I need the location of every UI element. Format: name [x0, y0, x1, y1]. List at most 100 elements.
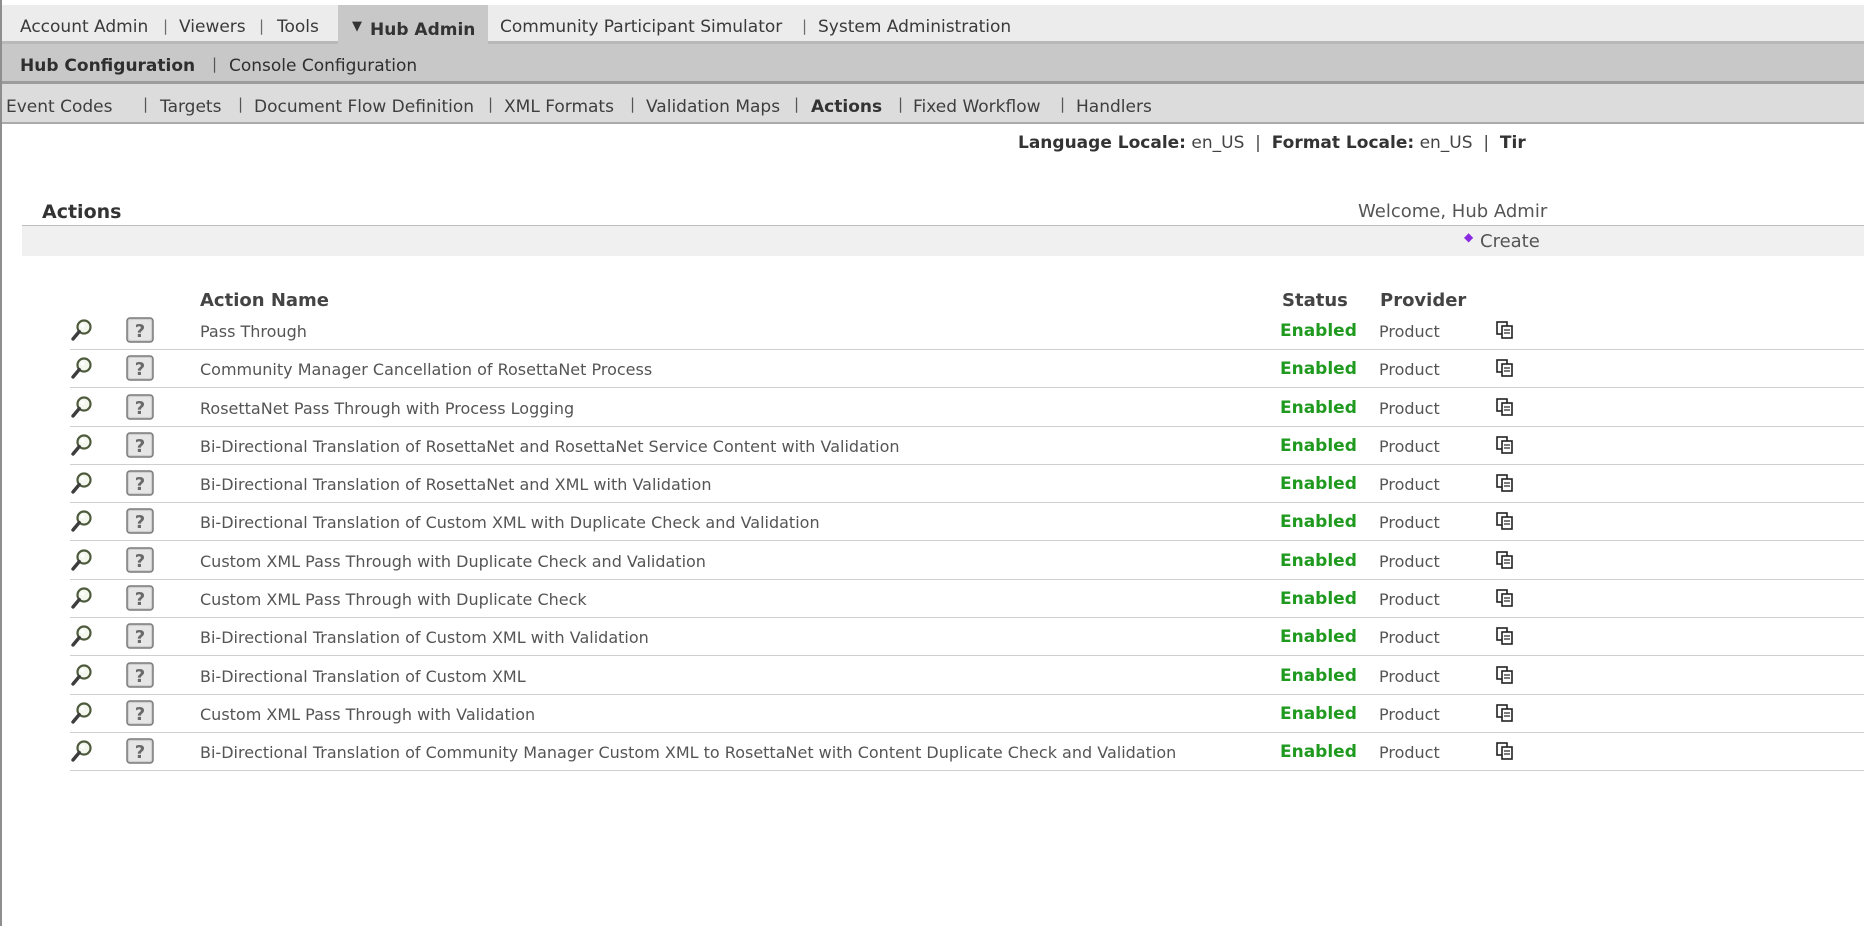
- magnifier-icon[interactable]: [70, 395, 94, 419]
- nav-console-configuration[interactable]: Console Configuration: [229, 56, 417, 76]
- help-icon[interactable]: ?: [126, 317, 154, 343]
- magnifier-icon[interactable]: [70, 318, 94, 342]
- magnifier-icon[interactable]: [70, 356, 94, 380]
- copy-icon[interactable]: [1496, 436, 1514, 454]
- provider-label: Product: [1379, 322, 1440, 341]
- copy-icon[interactable]: [1496, 589, 1514, 607]
- svg-text:?: ?: [135, 704, 145, 725]
- nav-system-administration[interactable]: System Administration: [818, 17, 1011, 37]
- svg-text:?: ?: [135, 742, 145, 763]
- magnifier-icon[interactable]: [70, 471, 94, 495]
- magnifier-icon[interactable]: [70, 433, 94, 457]
- action-name: Bi-Directional Translation of Custom XML…: [200, 628, 649, 647]
- nav-targets[interactable]: Targets: [160, 97, 221, 117]
- nav-separator: |: [212, 55, 218, 73]
- copy-icon[interactable]: [1496, 666, 1514, 684]
- page-left-border: [0, 0, 2, 926]
- help-icon[interactable]: ?: [126, 662, 154, 688]
- nav-viewers[interactable]: Viewers: [179, 17, 246, 37]
- copy-icon[interactable]: [1496, 551, 1514, 569]
- page-title: Actions: [42, 201, 122, 223]
- provider-label: Product: [1379, 590, 1440, 609]
- table-row: ? Bi-Directional Translation of RosettaNe…: [70, 427, 1864, 465]
- help-icon[interactable]: ?: [126, 585, 154, 611]
- copy-icon[interactable]: [1496, 474, 1514, 492]
- action-name: Custom XML Pass Through with Duplicate C…: [200, 552, 706, 571]
- svg-text:?: ?: [135, 436, 145, 457]
- copy-icon[interactable]: [1496, 704, 1514, 722]
- copy-icon[interactable]: [1496, 742, 1514, 760]
- action-name: RosettaNet Pass Through with Process Log…: [200, 399, 575, 418]
- magnifier-icon[interactable]: [70, 509, 94, 533]
- status-enabled: Enabled: [1280, 551, 1357, 571]
- status-enabled: Enabled: [1280, 398, 1357, 418]
- create-bar: ◆ Create: [22, 226, 1864, 256]
- action-name: Bi-Directional Translation of RosettaNet…: [200, 437, 900, 456]
- copy-icon[interactable]: [1496, 627, 1514, 645]
- nav-tools[interactable]: Tools: [277, 17, 319, 37]
- help-icon[interactable]: ?: [126, 508, 154, 534]
- table-row: ? Pass Through Enabled Product: [70, 312, 1864, 350]
- status-enabled: Enabled: [1280, 704, 1357, 724]
- help-icon[interactable]: ?: [126, 470, 154, 496]
- nav-account-admin[interactable]: Account Admin: [20, 17, 148, 37]
- tertiary-nav: Event Codes | Targets | Document Flow De…: [2, 84, 1864, 124]
- provider-label: Product: [1379, 513, 1440, 532]
- nav-separator: |: [630, 95, 636, 113]
- magnifier-icon[interactable]: [70, 586, 94, 610]
- magnifier-icon[interactable]: [70, 663, 94, 687]
- nav-actions[interactable]: Actions: [811, 97, 882, 117]
- nav-hub-admin-label: Hub Admin: [370, 20, 476, 40]
- magnifier-icon[interactable]: [70, 739, 94, 763]
- copy-icon[interactable]: [1496, 321, 1514, 339]
- top-nav: Account Admin | Viewers | Tools ▼ Hub Ad…: [2, 5, 1864, 44]
- nav-separator: |: [802, 17, 808, 35]
- table-row: ? RosettaNet Pass Through with Process Lo…: [70, 389, 1864, 427]
- status-enabled: Enabled: [1280, 589, 1357, 609]
- status-enabled: Enabled: [1280, 742, 1357, 762]
- nav-fixed-workflow[interactable]: Fixed Workflow: [913, 97, 1041, 117]
- nav-handlers[interactable]: Handlers: [1076, 97, 1152, 117]
- help-icon[interactable]: ?: [126, 738, 154, 764]
- provider-label: Product: [1379, 743, 1440, 762]
- nav-hub-configuration[interactable]: Hub Configuration: [20, 56, 195, 76]
- locale-separator: |: [1249, 133, 1267, 153]
- help-icon[interactable]: ?: [126, 394, 154, 420]
- column-header-action-name: Action Name: [200, 290, 329, 311]
- provider-label: Product: [1379, 705, 1440, 724]
- nav-hub-admin-tab[interactable]: ▼ Hub Admin: [338, 5, 488, 44]
- welcome-text: Welcome, Hub Admir: [1358, 201, 1548, 222]
- action-name: Custom XML Pass Through with Validation: [200, 705, 536, 724]
- nav-separator: |: [238, 95, 244, 113]
- nav-validation-maps[interactable]: Validation Maps: [646, 97, 780, 117]
- create-link[interactable]: Create: [1480, 231, 1540, 252]
- nav-community-participant-simulator[interactable]: Community Participant Simulator: [500, 17, 782, 37]
- row-divider: [70, 770, 1864, 771]
- magnifier-icon[interactable]: [70, 624, 94, 648]
- nav-xml-formats[interactable]: XML Formats: [504, 97, 614, 117]
- copy-icon[interactable]: [1496, 359, 1514, 377]
- secondary-nav: Hub Configuration | Console Configuratio…: [2, 44, 1864, 84]
- svg-text:?: ?: [135, 589, 145, 610]
- copy-icon[interactable]: [1496, 512, 1514, 530]
- nav-event-codes[interactable]: Event Codes: [6, 97, 112, 117]
- help-icon[interactable]: ?: [126, 547, 154, 573]
- magnifier-icon[interactable]: [70, 548, 94, 572]
- action-name: Bi-Directional Translation of Custom XML…: [200, 513, 820, 532]
- locale-info: Language Locale: en_US | Format Locale: …: [1018, 133, 1526, 153]
- help-icon[interactable]: ?: [126, 355, 154, 381]
- magnifier-icon[interactable]: [70, 701, 94, 725]
- svg-text:?: ?: [135, 512, 145, 533]
- provider-label: Product: [1379, 552, 1440, 571]
- nav-document-flow-definition[interactable]: Document Flow Definition: [254, 97, 474, 117]
- help-icon[interactable]: ?: [126, 432, 154, 458]
- status-enabled: Enabled: [1280, 359, 1357, 379]
- copy-icon[interactable]: [1496, 398, 1514, 416]
- provider-label: Product: [1379, 628, 1440, 647]
- help-icon[interactable]: ?: [126, 623, 154, 649]
- language-locale-value: en_US: [1191, 133, 1245, 153]
- help-icon[interactable]: ?: [126, 700, 154, 726]
- format-locale-label: Format Locale:: [1271, 133, 1415, 153]
- status-enabled: Enabled: [1280, 474, 1357, 494]
- nav-separator: |: [898, 95, 904, 113]
